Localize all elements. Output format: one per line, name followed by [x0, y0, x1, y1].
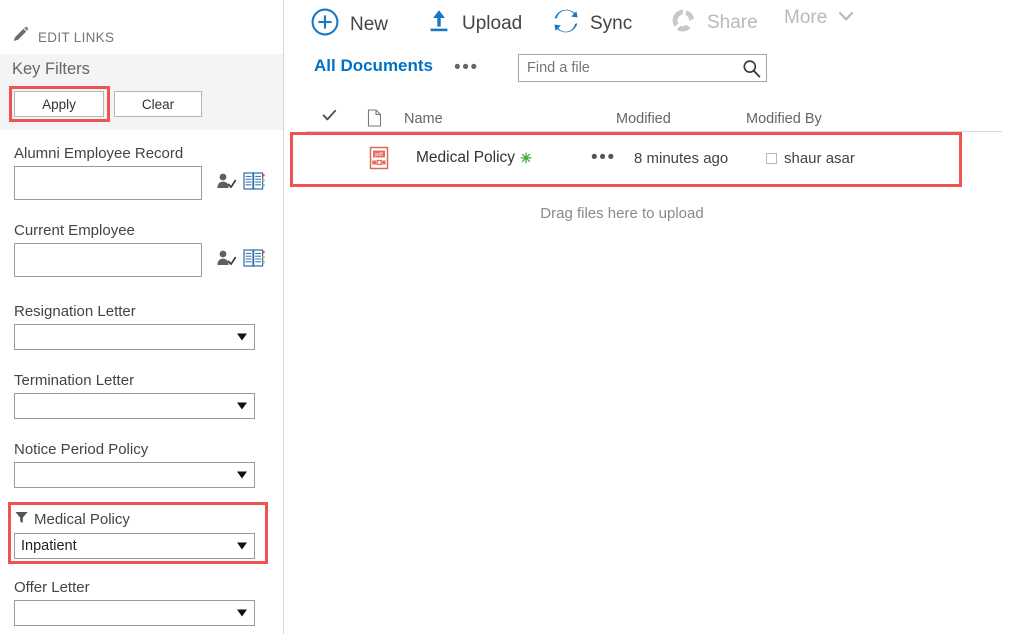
medical-policy-select[interactable]: Inpatient	[14, 533, 255, 559]
new-label: New	[350, 13, 389, 35]
column-header-modified-by[interactable]: Modified By	[746, 111, 822, 127]
command-toolbar: New Upload Sync Share More	[284, 0, 1024, 48]
chevron-down-icon	[237, 542, 247, 550]
chevron-down-icon	[237, 609, 247, 617]
check-names-icon[interactable]	[216, 172, 237, 195]
row-actions-ellipsis[interactable]: •••	[591, 138, 616, 178]
document-type-icon[interactable]	[367, 109, 382, 131]
table-row[interactable]: pdf Medical Policy ✳ ••• 8 minutes ago s…	[306, 138, 1002, 178]
select-value: Inpatient	[21, 538, 77, 554]
more-button[interactable]: More	[784, 7, 855, 29]
field-resignation-letter: Resignation Letter	[14, 303, 270, 350]
upload-button[interactable]: Upload	[426, 7, 522, 40]
pencil-icon	[12, 26, 29, 48]
chevron-down-icon	[237, 333, 247, 341]
document-name-cell: Medical Policy ✳	[416, 138, 532, 178]
column-select-all-checkmark[interactable]	[322, 109, 337, 126]
resignation-letter-select[interactable]	[14, 324, 255, 350]
field-label: Alumni Employee Record	[14, 145, 184, 162]
field-label-with-filter: Medical Policy	[14, 510, 270, 529]
column-header-name[interactable]: Name	[404, 111, 443, 127]
chevron-down-icon	[237, 402, 247, 410]
field-current-employee: Current Employee	[14, 222, 270, 277]
sync-label: Sync	[590, 12, 633, 34]
share-label: Share	[707, 12, 758, 33]
field-notice-period-policy: Notice Period Policy	[14, 441, 270, 488]
key-filters-title: Key Filters	[12, 60, 90, 78]
sync-arrows-icon	[552, 7, 580, 40]
view-options-ellipsis[interactable]: •••	[454, 58, 479, 77]
column-headers: Name Modified Modified By	[284, 105, 1024, 133]
share-button[interactable]: Share	[670, 7, 758, 39]
modified-by-name[interactable]: shaur asar	[784, 150, 855, 167]
chevron-down-icon	[237, 471, 247, 479]
search-input[interactable]	[519, 55, 736, 81]
share-people-icon	[670, 7, 697, 39]
field-offer-letter: Offer Letter	[14, 579, 270, 626]
field-termination-letter: Termination Letter	[14, 372, 270, 419]
tab-all-documents[interactable]: All Documents	[314, 56, 433, 76]
more-label: More	[784, 7, 828, 28]
check-names-icon[interactable]	[216, 249, 237, 272]
new-item-badge-icon: ✳	[520, 149, 532, 166]
termination-letter-select[interactable]	[14, 393, 255, 419]
current-employee-input[interactable]	[14, 243, 202, 277]
field-label: Termination Letter	[14, 372, 135, 389]
view-bar: All Documents •••	[284, 50, 1024, 92]
drag-files-hint-text: Drag files here to upload	[540, 205, 704, 222]
chevron-down-icon	[837, 9, 855, 28]
search-box	[518, 54, 767, 82]
offer-letter-select[interactable]	[14, 600, 255, 626]
pdf-file-icon: pdf	[368, 138, 390, 178]
alumni-employee-record-input[interactable]	[14, 166, 202, 200]
column-header-modified[interactable]: Modified	[616, 111, 671, 127]
field-label: Resignation Letter	[14, 303, 136, 320]
modified-by-cell: shaur asar	[766, 138, 855, 178]
main-content: New Upload Sync Share More All Documents…	[284, 0, 1024, 634]
apply-button[interactable]: Apply	[14, 91, 104, 117]
search-icon[interactable]	[736, 55, 766, 81]
sharepoint-library-page: EDIT LINKS Key Filters Apply Clear Alumn…	[0, 0, 1024, 634]
svg-text:pdf: pdf	[375, 152, 383, 158]
clear-button[interactable]: Clear	[114, 91, 202, 117]
header-divider	[306, 131, 1002, 132]
upload-arrow-icon	[426, 7, 452, 40]
field-medical-policy: Medical Policy Inpatient	[14, 510, 270, 559]
new-button[interactable]: New	[310, 7, 388, 42]
field-label: Offer Letter	[14, 579, 90, 596]
upload-label: Upload	[462, 12, 523, 34]
field-label: Notice Period Policy	[14, 441, 149, 458]
filter-funnel-icon	[14, 510, 29, 529]
document-name-link[interactable]: Medical Policy	[416, 149, 515, 167]
field-alumni-employee-record: Alumni Employee Record	[14, 145, 270, 200]
presence-offline-icon	[766, 152, 777, 164]
field-label: Current Employee	[14, 222, 135, 239]
edit-links-button[interactable]: EDIT LINKS	[12, 26, 114, 48]
modified-cell: 8 minutes ago	[634, 149, 729, 167]
sync-button[interactable]: Sync	[552, 7, 632, 40]
left-sidebar: EDIT LINKS Key Filters Apply Clear Alumn…	[0, 0, 284, 634]
edit-links-label: EDIT LINKS	[38, 29, 115, 45]
browse-address-book-icon[interactable]	[243, 171, 265, 195]
notice-period-policy-select[interactable]	[14, 462, 255, 488]
field-label: Medical Policy	[34, 511, 130, 528]
browse-address-book-icon[interactable]	[243, 248, 265, 272]
drag-files-hint: Drag files here to upload	[284, 205, 1024, 222]
plus-circle-icon	[310, 7, 340, 42]
